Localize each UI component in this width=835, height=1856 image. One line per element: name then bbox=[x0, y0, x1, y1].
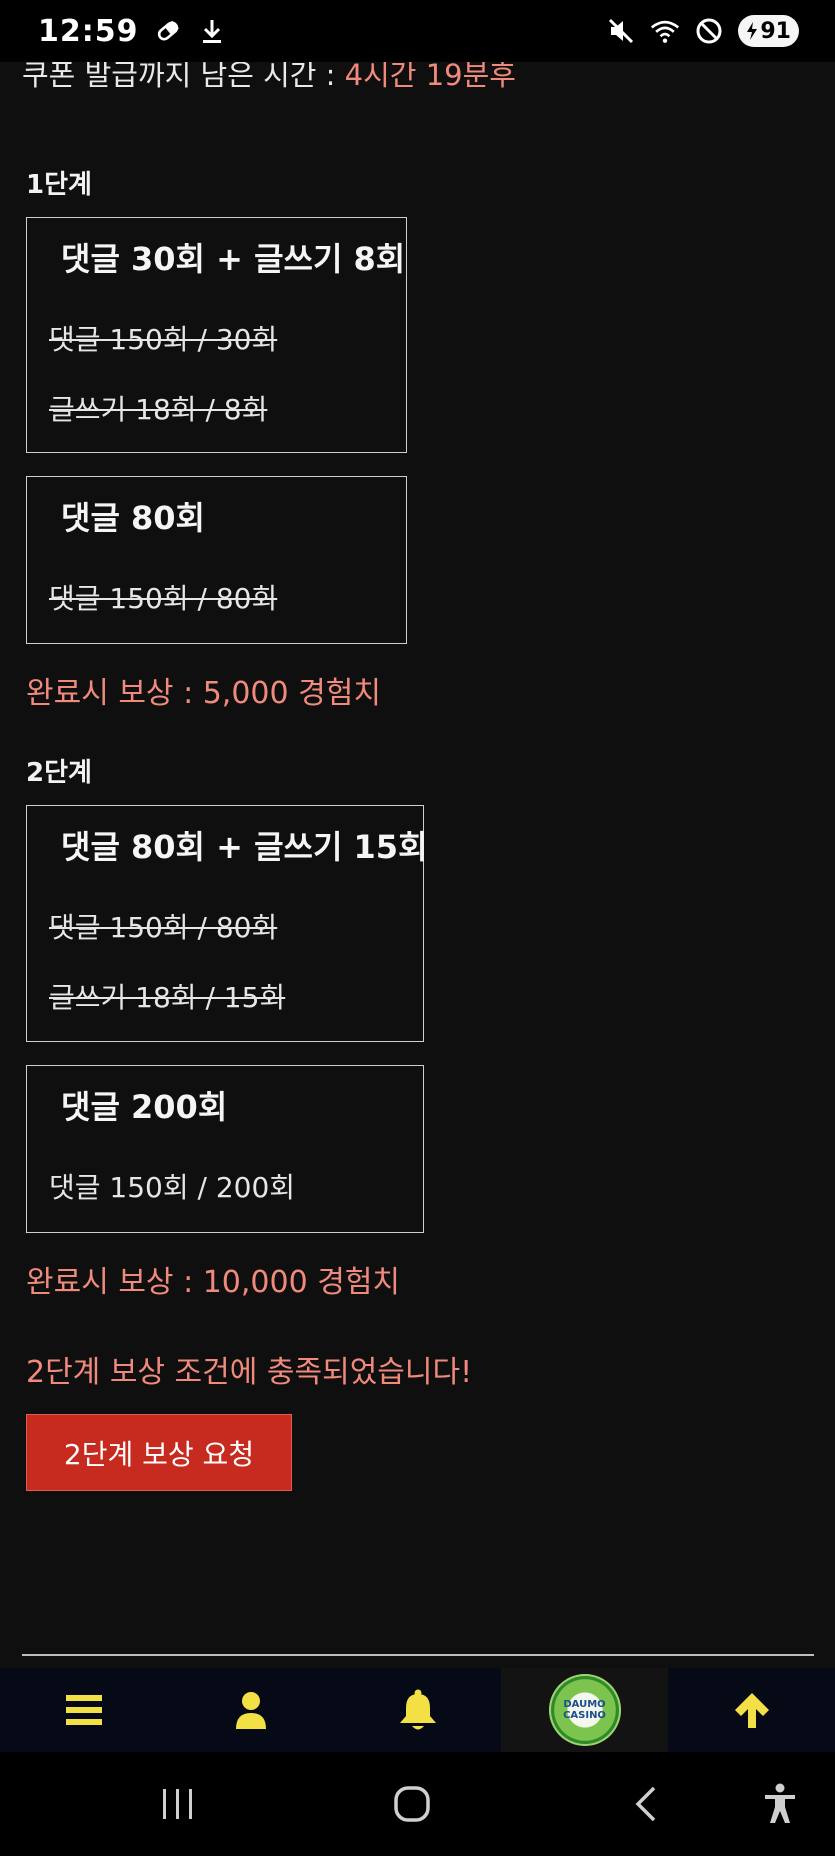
pill-icon bbox=[153, 16, 183, 46]
battery-level: 91 bbox=[760, 18, 791, 44]
divider bbox=[22, 1654, 814, 1656]
countdown-value: 4시간 19분후 bbox=[344, 58, 516, 92]
mission-progress: 댓글 150회 / 80회 bbox=[49, 582, 278, 615]
countdown-label: 쿠폰 발급까지 남은 시간 : bbox=[22, 58, 345, 92]
wifi-icon bbox=[650, 16, 680, 46]
nav-notifications-button[interactable] bbox=[334, 1668, 501, 1752]
bottom-nav: DAUMO CASINO bbox=[0, 1668, 835, 1752]
mission-progress: 글쓰기 18회 / 15회 bbox=[49, 981, 286, 1014]
mission-progress: 댓글 150회 / 200회 bbox=[49, 1171, 296, 1204]
home-icon bbox=[394, 1786, 430, 1822]
mission-progress: 글쓰기 18회 / 8회 bbox=[49, 393, 268, 426]
arrow-up-icon bbox=[734, 1693, 769, 1728]
nav-menu-button[interactable] bbox=[0, 1668, 167, 1752]
daumo-casino-logo: DAUMO CASINO bbox=[548, 1674, 621, 1746]
system-nav-bar bbox=[0, 1752, 835, 1856]
accessibility-button[interactable] bbox=[763, 1783, 797, 1825]
accessibility-icon bbox=[765, 1783, 795, 1823]
nav-profile-button[interactable] bbox=[167, 1668, 334, 1752]
mission-title: 댓글 80회 + 글쓰기 15회 bbox=[61, 828, 428, 866]
mission-progress: 댓글 150회 / 80회 bbox=[49, 911, 278, 944]
stage-1-label: 1단계 bbox=[26, 170, 92, 200]
mission-title: 댓글 200회 bbox=[61, 1088, 228, 1126]
logo-text-line-1: DAUMO bbox=[563, 1699, 606, 1710]
mission-title: 댓글 30회 + 글쓰기 8회 bbox=[61, 240, 406, 278]
user-icon bbox=[235, 1692, 266, 1729]
reward-eligible-notice: 2단계 보상 조건에 충족되었습니다! bbox=[26, 1355, 473, 1390]
nav-scroll-top-button[interactable] bbox=[668, 1668, 835, 1752]
do-not-disturb-icon bbox=[694, 16, 724, 46]
request-reward-button[interactable]: 2단계 보상 요청 bbox=[26, 1414, 292, 1491]
nav-casino-logo-button[interactable]: DAUMO CASINO bbox=[501, 1668, 668, 1752]
stage-2-mission-2: 댓글 200회 댓글 150회 / 200회 bbox=[26, 1065, 424, 1233]
bell-icon bbox=[399, 1689, 436, 1730]
mission-title: 댓글 80회 bbox=[61, 499, 205, 537]
recent-apps-icon bbox=[163, 1789, 192, 1819]
menu-icon bbox=[65, 1695, 102, 1725]
status-bar: 12:59 91 bbox=[0, 0, 835, 62]
status-time: 12:59 bbox=[38, 13, 139, 49]
stage-1-mission-2: 댓글 80회 댓글 150회 / 80회 bbox=[26, 476, 407, 644]
download-icon bbox=[197, 16, 227, 46]
mission-progress: 댓글 150회 / 30회 bbox=[49, 323, 278, 356]
back-icon bbox=[635, 1786, 656, 1822]
back-button[interactable] bbox=[632, 1784, 660, 1824]
home-button[interactable] bbox=[392, 1784, 432, 1824]
stage-2-label: 2단계 bbox=[26, 758, 92, 788]
stage-1-reward: 완료시 보상 : 5,000 경험치 bbox=[26, 676, 381, 711]
main-content: 쿠폰 발급까지 남은 시간 : 4시간 19분후 1단계 댓글 30회 + 글쓰… bbox=[0, 0, 835, 1670]
battery-icon: 91 bbox=[738, 15, 799, 47]
stage-2-mission-1: 댓글 80회 + 글쓰기 15회 댓글 150회 / 80회 글쓰기 18회 /… bbox=[26, 805, 428, 1042]
mute-icon bbox=[606, 16, 636, 46]
recent-apps-button[interactable] bbox=[160, 1787, 196, 1821]
stage-2-reward: 완료시 보상 : 10,000 경험치 bbox=[26, 1265, 401, 1300]
stage-1-mission-1: 댓글 30회 + 글쓰기 8회 댓글 150회 / 30회 글쓰기 18회 / … bbox=[26, 217, 407, 453]
logo-text-line-2: CASINO bbox=[563, 1710, 606, 1721]
